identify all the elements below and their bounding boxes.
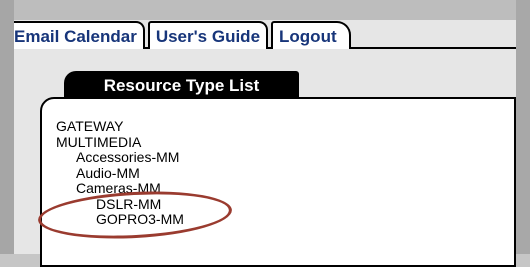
list-item-dslr-mm[interactable]: DSLR-MM — [56, 196, 184, 213]
panel-title-tab: Resource Type List — [64, 71, 299, 99]
list-item-audio-mm[interactable]: Audio-MM — [56, 165, 184, 182]
list-item-gopro3-mm[interactable]: GOPRO3-MM — [56, 211, 184, 228]
window-frame-top — [0, 0, 530, 20]
tab-email-calendar[interactable]: Email Calendar — [14, 21, 145, 49]
window-frame-left — [0, 0, 14, 254]
list-item-gateway[interactable]: GATEWAY — [56, 118, 184, 135]
tab-users-guide[interactable]: User's Guide — [147, 21, 269, 49]
list-item-multimedia[interactable]: MULTIMEDIA — [56, 134, 184, 151]
window-frame-right — [516, 0, 530, 254]
tab-logout[interactable]: Logout — [271, 21, 351, 49]
list-item-accessories-mm[interactable]: Accessories-MM — [56, 149, 184, 166]
resource-type-list: GATEWAY MULTIMEDIA Accessories-MM Audio-… — [56, 118, 184, 228]
list-item-cameras-mm[interactable]: Cameras-MM — [56, 180, 184, 197]
top-navigation-tabs: Email Calendar User's Guide Logout — [14, 19, 354, 49]
